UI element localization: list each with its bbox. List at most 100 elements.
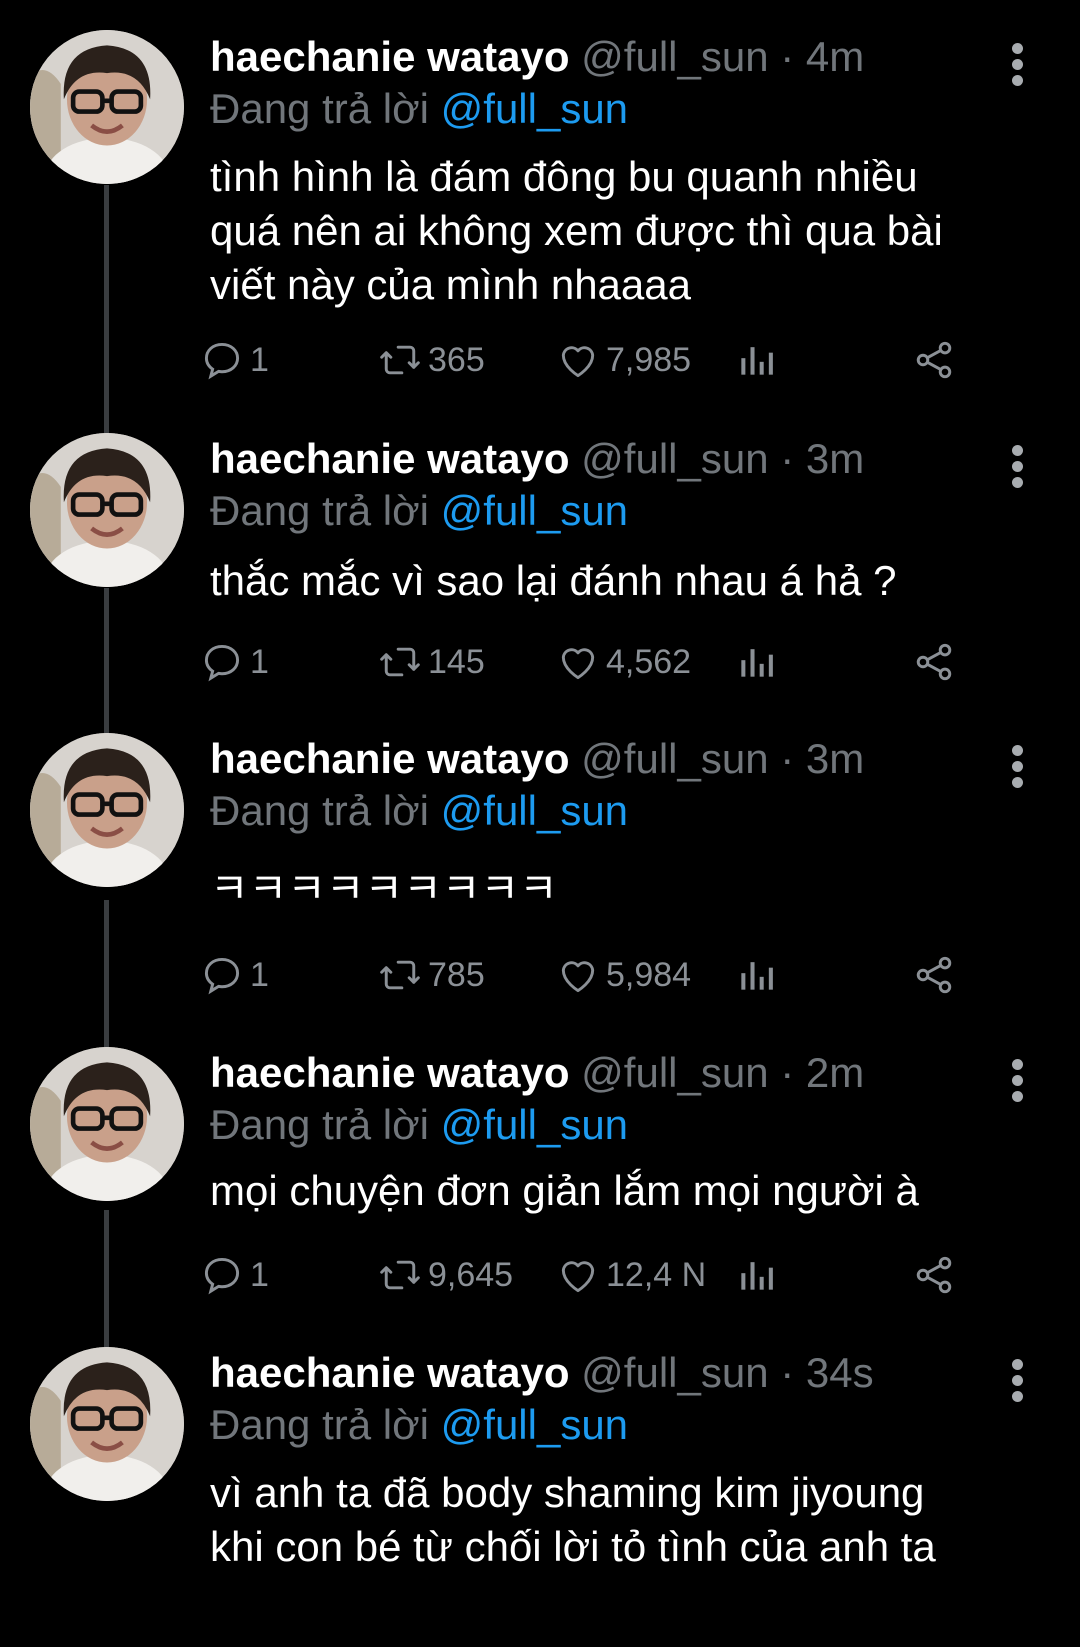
mention-link[interactable]: @full_sun bbox=[441, 787, 628, 834]
retweet-count: 785 bbox=[428, 955, 485, 994]
thread-line bbox=[104, 588, 109, 753]
reply-icon bbox=[200, 640, 250, 684]
like-count: 5,984 bbox=[606, 955, 692, 994]
more-vertical-icon[interactable] bbox=[1005, 742, 1029, 790]
share-icon bbox=[912, 338, 962, 382]
tweet-time[interactable]: 4m bbox=[806, 33, 864, 80]
mention-link[interactable]: @full_sun bbox=[441, 1401, 628, 1448]
author-handle[interactable]: @full_sun bbox=[581, 1349, 768, 1396]
tweet-header: haechanie watayo @full_sun · 4m bbox=[210, 32, 864, 82]
mention-link[interactable]: @full_sun bbox=[441, 1101, 628, 1148]
tweet-actions: 1 145 4,562 bbox=[204, 640, 1010, 690]
replying-to: Đang trả lời @full_sun bbox=[210, 1100, 628, 1150]
like-button[interactable]: 4,562 bbox=[556, 640, 691, 684]
like-button[interactable]: 12,4 N bbox=[556, 1253, 706, 1297]
like-count: 7,985 bbox=[606, 340, 692, 379]
share-button[interactable] bbox=[912, 1253, 962, 1297]
avatar[interactable] bbox=[30, 733, 184, 887]
share-button[interactable] bbox=[912, 640, 962, 684]
avatar-image bbox=[30, 1347, 184, 1501]
replying-to: Đang trả lời @full_sun bbox=[210, 1400, 628, 1450]
share-button[interactable] bbox=[912, 338, 962, 382]
author-handle[interactable]: @full_sun bbox=[581, 435, 768, 482]
analytics-icon bbox=[734, 953, 784, 997]
avatar[interactable] bbox=[30, 30, 184, 184]
like-button[interactable]: 5,984 bbox=[556, 953, 691, 997]
retweet-icon bbox=[378, 953, 428, 997]
retweet-icon bbox=[378, 338, 428, 382]
tweet-text-line: quá nên ai không xem được thì qua bài bbox=[210, 207, 943, 254]
reply-button[interactable]: 1 bbox=[200, 1253, 269, 1297]
replying-to-label: Đang trả lời bbox=[210, 1101, 429, 1148]
more-vertical-icon[interactable] bbox=[1005, 442, 1029, 490]
mention-link[interactable]: @full_sun bbox=[441, 487, 628, 534]
analytics-button[interactable] bbox=[734, 338, 784, 382]
analytics-button[interactable] bbox=[734, 1253, 784, 1297]
like-button[interactable]: 7,985 bbox=[556, 338, 691, 382]
author-name[interactable]: haechanie watayo bbox=[210, 435, 569, 482]
reply-icon bbox=[200, 338, 250, 382]
reply-button[interactable]: 1 bbox=[200, 640, 269, 684]
more-vertical-icon[interactable] bbox=[1005, 1356, 1029, 1404]
author-handle[interactable]: @full_sun bbox=[581, 1049, 768, 1096]
tweet-header: haechanie watayo @full_sun · 3m bbox=[210, 734, 864, 784]
like-count: 12,4 N bbox=[606, 1255, 707, 1294]
tweet-time[interactable]: 3m bbox=[806, 435, 864, 482]
tweet-actions: 1 365 7,985 bbox=[204, 338, 1010, 388]
avatar-image bbox=[30, 30, 184, 184]
separator-dot: · bbox=[780, 735, 795, 782]
tweet-text: thắc mắc vì sao lại đánh nhau á hả ? bbox=[210, 554, 1020, 608]
replying-to-label: Đang trả lời bbox=[210, 85, 429, 132]
replie-count: 1 bbox=[250, 955, 269, 994]
replie-count: 1 bbox=[250, 642, 269, 681]
tweet-text-line: thắc mắc vì sao lại đánh nhau á hả ? bbox=[210, 557, 897, 604]
author-name[interactable]: haechanie watayo bbox=[210, 33, 569, 80]
avatar-image bbox=[30, 433, 184, 587]
replying-to-label: Đang trả lời bbox=[210, 1401, 429, 1448]
more-vertical-icon[interactable] bbox=[1005, 40, 1029, 88]
avatar-image bbox=[30, 1047, 184, 1201]
reply-button[interactable]: 1 bbox=[200, 953, 269, 997]
tweet-time[interactable]: 34s bbox=[806, 1349, 874, 1396]
retweet-button[interactable]: 365 bbox=[378, 338, 485, 382]
analytics-button[interactable] bbox=[734, 640, 784, 684]
tweet-text: vì anh ta đã body shaming kim jiyoung khi… bbox=[210, 1466, 1020, 1574]
author-handle[interactable]: @full_sun bbox=[581, 735, 768, 782]
heart-icon bbox=[556, 640, 606, 684]
tweet-header: haechanie watayo @full_sun · 34s bbox=[210, 1348, 874, 1398]
author-name[interactable]: haechanie watayo bbox=[210, 735, 569, 782]
author-handle[interactable]: @full_sun bbox=[581, 33, 768, 80]
retweet-count: 145 bbox=[428, 642, 485, 681]
replying-to: Đang trả lời @full_sun bbox=[210, 486, 628, 536]
reply-button[interactable]: 1 bbox=[200, 338, 269, 382]
separator-dot: · bbox=[780, 33, 795, 80]
more-vertical-icon[interactable] bbox=[1005, 1056, 1029, 1104]
heart-icon bbox=[556, 953, 606, 997]
tweet-text: ㅋㅋㅋㅋㅋㅋㅋㅋㅋ bbox=[210, 862, 1020, 916]
retweet-button[interactable]: 785 bbox=[378, 953, 485, 997]
thread-line bbox=[104, 900, 109, 1065]
separator-dot: · bbox=[780, 1349, 795, 1396]
retweet-button[interactable]: 145 bbox=[378, 640, 485, 684]
tweet-actions: 1 785 5,984 bbox=[204, 953, 1010, 1003]
tweet-time[interactable]: 2m bbox=[806, 1049, 864, 1096]
retweet-icon bbox=[378, 1253, 428, 1297]
analytics-button[interactable] bbox=[734, 953, 784, 997]
author-name[interactable]: haechanie watayo bbox=[210, 1349, 569, 1396]
replying-to-label: Đang trả lời bbox=[210, 787, 429, 834]
tweet-text-line: viết này của mình nhaaaa bbox=[210, 261, 691, 308]
share-button[interactable] bbox=[912, 953, 962, 997]
mention-link[interactable]: @full_sun bbox=[441, 85, 628, 132]
tweet-text-line: khi con bé từ chối lời tỏ tình của anh t… bbox=[210, 1523, 936, 1570]
replie-count: 1 bbox=[250, 1255, 269, 1294]
tweet-time[interactable]: 3m bbox=[806, 735, 864, 782]
tweet-text: mọi chuyện đơn giản lắm mọi người à bbox=[210, 1164, 1020, 1218]
replying-to-label: Đang trả lời bbox=[210, 487, 429, 534]
avatar[interactable] bbox=[30, 1047, 184, 1201]
author-name[interactable]: haechanie watayo bbox=[210, 1049, 569, 1096]
tweet-text-line: ㅋㅋㅋㅋㅋㅋㅋㅋㅋ bbox=[210, 865, 558, 912]
replying-to: Đang trả lời @full_sun bbox=[210, 786, 628, 836]
retweet-button[interactable]: 9,645 bbox=[378, 1253, 513, 1297]
avatar[interactable] bbox=[30, 1347, 184, 1501]
avatar[interactable] bbox=[30, 433, 184, 587]
